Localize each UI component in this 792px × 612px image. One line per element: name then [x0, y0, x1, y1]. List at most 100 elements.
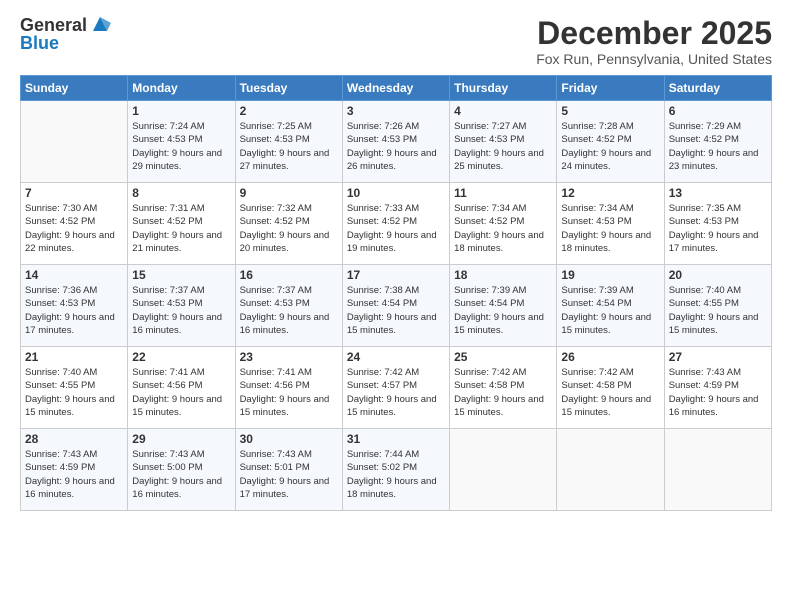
title-block: December 2025 Fox Run, Pennsylvania, Uni… [536, 16, 772, 67]
day-number: 14 [25, 268, 123, 282]
calendar-week-1: 1 Sunrise: 7:24 AMSunset: 4:53 PMDayligh… [21, 101, 772, 183]
table-row: 1 Sunrise: 7:24 AMSunset: 4:53 PMDayligh… [128, 101, 235, 183]
table-row: 28 Sunrise: 7:43 AMSunset: 4:59 PMDaylig… [21, 429, 128, 511]
day-info: Sunrise: 7:40 AMSunset: 4:55 PMDaylight:… [25, 366, 123, 419]
table-row: 15 Sunrise: 7:37 AMSunset: 4:53 PMDaylig… [128, 265, 235, 347]
day-info: Sunrise: 7:29 AMSunset: 4:52 PMDaylight:… [669, 120, 767, 173]
table-row: 7 Sunrise: 7:30 AMSunset: 4:52 PMDayligh… [21, 183, 128, 265]
day-info: Sunrise: 7:42 AMSunset: 4:58 PMDaylight:… [454, 366, 552, 419]
header-thursday: Thursday [450, 76, 557, 101]
header-saturday: Saturday [664, 76, 771, 101]
day-number: 30 [240, 432, 338, 446]
table-row: 26 Sunrise: 7:42 AMSunset: 4:58 PMDaylig… [557, 347, 664, 429]
day-info: Sunrise: 7:28 AMSunset: 4:52 PMDaylight:… [561, 120, 659, 173]
table-row: 20 Sunrise: 7:40 AMSunset: 4:55 PMDaylig… [664, 265, 771, 347]
table-row [21, 101, 128, 183]
day-info: Sunrise: 7:43 AMSunset: 4:59 PMDaylight:… [669, 366, 767, 419]
table-row: 24 Sunrise: 7:42 AMSunset: 4:57 PMDaylig… [342, 347, 449, 429]
day-number: 12 [561, 186, 659, 200]
day-number: 1 [132, 104, 230, 118]
day-number: 16 [240, 268, 338, 282]
header-wednesday: Wednesday [342, 76, 449, 101]
day-number: 24 [347, 350, 445, 364]
table-row: 23 Sunrise: 7:41 AMSunset: 4:56 PMDaylig… [235, 347, 342, 429]
day-number: 31 [347, 432, 445, 446]
day-info: Sunrise: 7:43 AMSunset: 5:00 PMDaylight:… [132, 448, 230, 501]
calendar-table: Sunday Monday Tuesday Wednesday Thursday… [20, 75, 772, 511]
day-info: Sunrise: 7:37 AMSunset: 4:53 PMDaylight:… [132, 284, 230, 337]
day-info: Sunrise: 7:39 AMSunset: 4:54 PMDaylight:… [561, 284, 659, 337]
day-info: Sunrise: 7:44 AMSunset: 5:02 PMDaylight:… [347, 448, 445, 501]
day-info: Sunrise: 7:25 AMSunset: 4:53 PMDaylight:… [240, 120, 338, 173]
day-number: 8 [132, 186, 230, 200]
calendar-header-row: Sunday Monday Tuesday Wednesday Thursday… [21, 76, 772, 101]
month-title: December 2025 [536, 16, 772, 51]
day-number: 28 [25, 432, 123, 446]
table-row: 18 Sunrise: 7:39 AMSunset: 4:54 PMDaylig… [450, 265, 557, 347]
table-row [664, 429, 771, 511]
table-row: 2 Sunrise: 7:25 AMSunset: 4:53 PMDayligh… [235, 101, 342, 183]
table-row: 29 Sunrise: 7:43 AMSunset: 5:00 PMDaylig… [128, 429, 235, 511]
table-row [557, 429, 664, 511]
header-tuesday: Tuesday [235, 76, 342, 101]
table-row: 6 Sunrise: 7:29 AMSunset: 4:52 PMDayligh… [664, 101, 771, 183]
day-info: Sunrise: 7:36 AMSunset: 4:53 PMDaylight:… [25, 284, 123, 337]
table-row: 19 Sunrise: 7:39 AMSunset: 4:54 PMDaylig… [557, 265, 664, 347]
table-row: 13 Sunrise: 7:35 AMSunset: 4:53 PMDaylig… [664, 183, 771, 265]
day-number: 21 [25, 350, 123, 364]
table-row: 10 Sunrise: 7:33 AMSunset: 4:52 PMDaylig… [342, 183, 449, 265]
header: General Blue December 2025 Fox Run, Penn… [20, 16, 772, 67]
day-info: Sunrise: 7:39 AMSunset: 4:54 PMDaylight:… [454, 284, 552, 337]
day-number: 23 [240, 350, 338, 364]
table-row: 11 Sunrise: 7:34 AMSunset: 4:52 PMDaylig… [450, 183, 557, 265]
day-number: 9 [240, 186, 338, 200]
table-row: 4 Sunrise: 7:27 AMSunset: 4:53 PMDayligh… [450, 101, 557, 183]
logo-icon [89, 13, 111, 35]
day-info: Sunrise: 7:41 AMSunset: 4:56 PMDaylight:… [132, 366, 230, 419]
day-info: Sunrise: 7:42 AMSunset: 4:58 PMDaylight:… [561, 366, 659, 419]
day-info: Sunrise: 7:41 AMSunset: 4:56 PMDaylight:… [240, 366, 338, 419]
calendar-week-4: 21 Sunrise: 7:40 AMSunset: 4:55 PMDaylig… [21, 347, 772, 429]
day-number: 20 [669, 268, 767, 282]
day-number: 13 [669, 186, 767, 200]
header-monday: Monday [128, 76, 235, 101]
day-number: 11 [454, 186, 552, 200]
page: General Blue December 2025 Fox Run, Penn… [0, 0, 792, 612]
calendar-week-3: 14 Sunrise: 7:36 AMSunset: 4:53 PMDaylig… [21, 265, 772, 347]
day-info: Sunrise: 7:32 AMSunset: 4:52 PMDaylight:… [240, 202, 338, 255]
day-info: Sunrise: 7:43 AMSunset: 5:01 PMDaylight:… [240, 448, 338, 501]
day-info: Sunrise: 7:30 AMSunset: 4:52 PMDaylight:… [25, 202, 123, 255]
table-row: 30 Sunrise: 7:43 AMSunset: 5:01 PMDaylig… [235, 429, 342, 511]
day-info: Sunrise: 7:35 AMSunset: 4:53 PMDaylight:… [669, 202, 767, 255]
day-number: 26 [561, 350, 659, 364]
day-number: 3 [347, 104, 445, 118]
table-row: 12 Sunrise: 7:34 AMSunset: 4:53 PMDaylig… [557, 183, 664, 265]
day-number: 18 [454, 268, 552, 282]
table-row: 8 Sunrise: 7:31 AMSunset: 4:52 PMDayligh… [128, 183, 235, 265]
day-info: Sunrise: 7:37 AMSunset: 4:53 PMDaylight:… [240, 284, 338, 337]
day-number: 5 [561, 104, 659, 118]
day-info: Sunrise: 7:26 AMSunset: 4:53 PMDaylight:… [347, 120, 445, 173]
table-row: 5 Sunrise: 7:28 AMSunset: 4:52 PMDayligh… [557, 101, 664, 183]
day-number: 6 [669, 104, 767, 118]
logo: General Blue [20, 16, 111, 54]
day-info: Sunrise: 7:43 AMSunset: 4:59 PMDaylight:… [25, 448, 123, 501]
table-row: 14 Sunrise: 7:36 AMSunset: 4:53 PMDaylig… [21, 265, 128, 347]
calendar-week-5: 28 Sunrise: 7:43 AMSunset: 4:59 PMDaylig… [21, 429, 772, 511]
day-number: 19 [561, 268, 659, 282]
table-row: 16 Sunrise: 7:37 AMSunset: 4:53 PMDaylig… [235, 265, 342, 347]
day-number: 17 [347, 268, 445, 282]
day-number: 2 [240, 104, 338, 118]
location: Fox Run, Pennsylvania, United States [536, 51, 772, 67]
day-info: Sunrise: 7:31 AMSunset: 4:52 PMDaylight:… [132, 202, 230, 255]
day-number: 15 [132, 268, 230, 282]
day-number: 7 [25, 186, 123, 200]
day-number: 25 [454, 350, 552, 364]
table-row: 31 Sunrise: 7:44 AMSunset: 5:02 PMDaylig… [342, 429, 449, 511]
day-info: Sunrise: 7:40 AMSunset: 4:55 PMDaylight:… [669, 284, 767, 337]
day-info: Sunrise: 7:27 AMSunset: 4:53 PMDaylight:… [454, 120, 552, 173]
day-number: 27 [669, 350, 767, 364]
day-number: 22 [132, 350, 230, 364]
day-number: 29 [132, 432, 230, 446]
day-number: 10 [347, 186, 445, 200]
